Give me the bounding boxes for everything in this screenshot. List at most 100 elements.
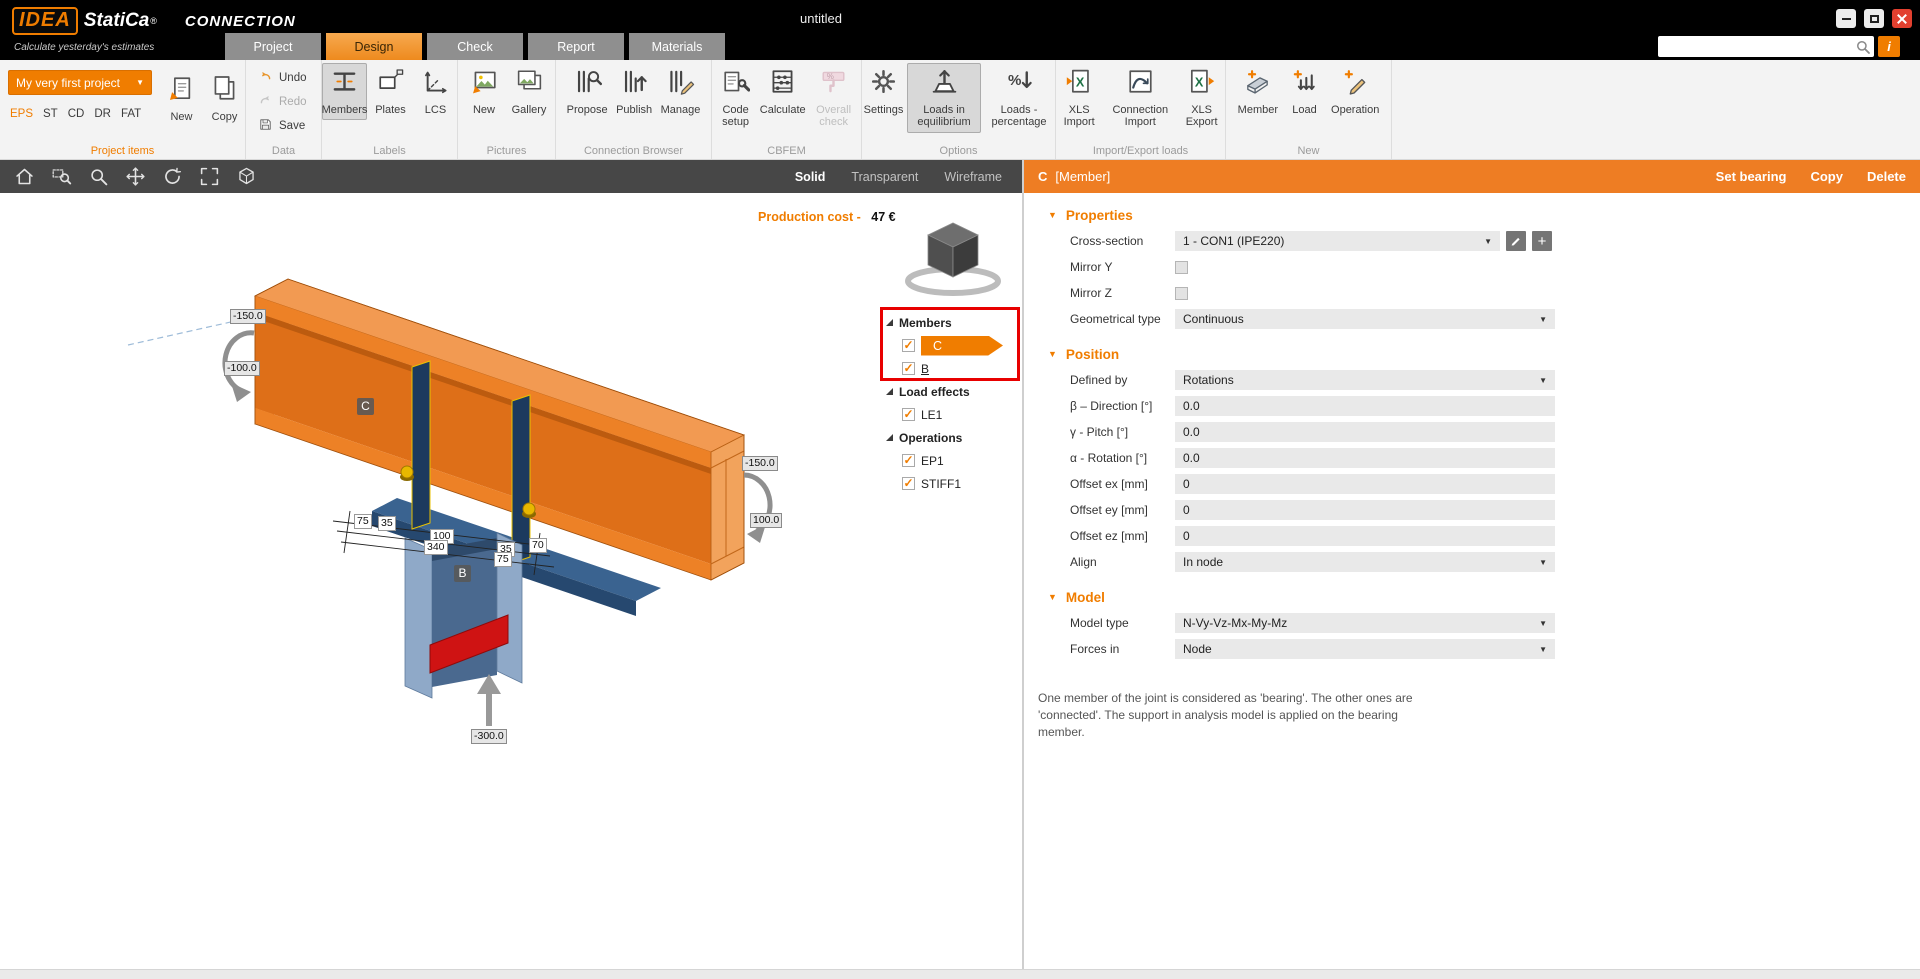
code-eps[interactable]: EPS (10, 108, 33, 120)
align-select[interactable]: In node▼ (1175, 552, 1555, 572)
rotation-input[interactable]: 0.0 (1175, 448, 1555, 468)
new-button[interactable]: New (160, 70, 203, 127)
display-mode-wireframe[interactable]: Wireframe (944, 170, 1002, 184)
add-cross-section-button[interactable]: + (1532, 231, 1552, 251)
display-mode-solid[interactable]: Solid (795, 170, 826, 184)
tree-group-operations[interactable]: Operations (884, 426, 1020, 449)
code-dr[interactable]: DR (94, 108, 111, 120)
publish-button[interactable]: Publish (613, 63, 656, 120)
code-fat[interactable]: FAT (121, 108, 141, 120)
home-icon[interactable] (12, 165, 36, 189)
offset-ey-mm-input[interactable]: 0 (1175, 500, 1555, 520)
pitch-input[interactable]: 0.0 (1175, 422, 1555, 442)
property-label: β – Direction [°] (1070, 399, 1175, 413)
xls-import-button[interactable]: XXLS Import (1056, 63, 1102, 133)
set-bearing-button[interactable]: Set bearing (1716, 169, 1787, 184)
overall-check-button[interactable]: %Overall check (806, 63, 861, 133)
close-button[interactable] (1892, 9, 1912, 28)
lcs-icon (421, 67, 450, 101)
lcs-button[interactable]: LCS (414, 63, 457, 120)
tab-check[interactable]: Check (427, 33, 523, 60)
geometrical-type-select[interactable]: Continuous▼ (1175, 309, 1555, 329)
edit-cross-section-button[interactable] (1506, 231, 1526, 251)
code-setup-button[interactable]: Code setup (712, 63, 759, 133)
members-button[interactable]: Members (322, 63, 367, 120)
ribbon-group-cbfem: Code setupCalculate%Overall checkCBFEM (712, 60, 862, 159)
collapse-triangle-icon[interactable]: ▼ (1048, 592, 1057, 602)
model-3d[interactable] (0, 193, 1022, 969)
navigation-cube[interactable] (908, 223, 998, 293)
manage-button[interactable]: Manage (658, 63, 704, 120)
tree-item-stiff1[interactable]: ✓STIFF1 (884, 472, 1020, 495)
viewport-3d[interactable]: -150.0-100.0C7535100340357570B-150.0100.… (0, 193, 1022, 969)
tab-design[interactable]: Design (326, 33, 422, 60)
forces-in-select[interactable]: Node▼ (1175, 639, 1555, 659)
checkbox-checked-icon[interactable]: ✓ (902, 477, 915, 490)
code-st[interactable]: ST (43, 108, 58, 120)
search-icon[interactable] (1854, 38, 1872, 56)
settings-button[interactable]: Settings (862, 63, 905, 120)
tree-item-ep1[interactable]: ✓EP1 (884, 449, 1020, 472)
new-operation-icon (1341, 67, 1370, 101)
loads-percentage-button[interactable]: %Loads - percentage (983, 63, 1055, 133)
project-select[interactable]: My very first project▼ (8, 70, 152, 95)
tab-materials[interactable]: Materials (629, 33, 725, 60)
plates-button[interactable]: Plates (369, 63, 412, 120)
new-button[interactable]: New (463, 63, 506, 120)
copy-button[interactable]: Copy (1810, 169, 1843, 184)
cross-section-select[interactable]: 1 - CON1 (IPE220)▼ (1175, 231, 1500, 251)
offset-ex-mm-input[interactable]: 0 (1175, 474, 1555, 494)
defined-by-select[interactable]: Rotations▼ (1175, 370, 1555, 390)
search-input[interactable] (1658, 40, 1854, 54)
checkbox-checked-icon[interactable]: ✓ (902, 454, 915, 467)
checkbox-checked-icon[interactable]: ✓ (902, 339, 915, 352)
mirror-z-checkbox[interactable] (1175, 287, 1188, 300)
copy-button[interactable]: Copy (203, 70, 246, 127)
mirror-y-checkbox[interactable] (1175, 261, 1188, 274)
offset-ez-mm-input[interactable]: 0 (1175, 526, 1555, 546)
fit-icon[interactable] (197, 165, 221, 189)
tree-group-members[interactable]: Members (884, 311, 1020, 334)
zoom-icon[interactable] (86, 165, 110, 189)
collapse-triangle-icon[interactable]: ▼ (1048, 349, 1057, 359)
zoom-window-icon[interactable] (49, 165, 73, 189)
direction-input[interactable]: 0.0 (1175, 396, 1555, 416)
minimize-button[interactable] (1836, 9, 1856, 28)
connection-import-icon (1126, 67, 1155, 101)
display-mode-transparent[interactable]: Transparent (851, 170, 918, 184)
dimension-label: 340 (424, 540, 448, 555)
propose-button[interactable]: Propose (564, 63, 611, 120)
gallery-button[interactable]: Gallery (508, 63, 551, 120)
redo-button[interactable]: Redo (258, 93, 307, 111)
info-button[interactable]: i (1878, 36, 1900, 57)
tree-item-le1[interactable]: ✓LE1 (884, 403, 1020, 426)
tab-project[interactable]: Project (225, 33, 321, 60)
tree-item-c[interactable]: ✓C (884, 334, 1020, 357)
maximize-button[interactable] (1864, 9, 1884, 28)
loads-in-equilibrium-button[interactable]: Loads in equilibrium (907, 63, 981, 133)
property-label: α - Rotation [°] (1070, 451, 1175, 465)
connection-import-button[interactable]: Connection Import (1104, 63, 1176, 133)
xls-export-button[interactable]: XXLS Export (1178, 63, 1225, 133)
code-cd[interactable]: CD (68, 108, 85, 120)
checkbox-checked-icon[interactable]: ✓ (902, 408, 915, 421)
collapse-triangle-icon[interactable]: ▼ (1048, 210, 1057, 220)
tree-group-load-effects[interactable]: Load effects (884, 380, 1020, 403)
calculate-button[interactable]: Calculate (761, 63, 804, 120)
tab-report[interactable]: Report (528, 33, 624, 60)
rotate-icon[interactable] (160, 165, 184, 189)
delete-button[interactable]: Delete (1867, 169, 1906, 184)
checkbox-checked-icon[interactable]: ✓ (902, 362, 915, 375)
ribbon-filler (1392, 60, 1920, 159)
pan-icon[interactable] (123, 165, 147, 189)
ribbon-group-label: New (1226, 145, 1391, 157)
publish-icon (620, 67, 649, 101)
perspective-icon[interactable] (234, 165, 258, 189)
save-button[interactable]: Save (258, 117, 305, 135)
model-type-select[interactable]: N-Vy-Vz-Mx-My-Mz▼ (1175, 613, 1555, 633)
member-button[interactable]: Member (1235, 63, 1281, 120)
load-button[interactable]: Load (1283, 63, 1326, 120)
tree-item-b[interactable]: ✓B (884, 357, 1020, 380)
undo-button[interactable]: Undo (258, 69, 307, 87)
operation-button[interactable]: Operation (1328, 63, 1382, 120)
